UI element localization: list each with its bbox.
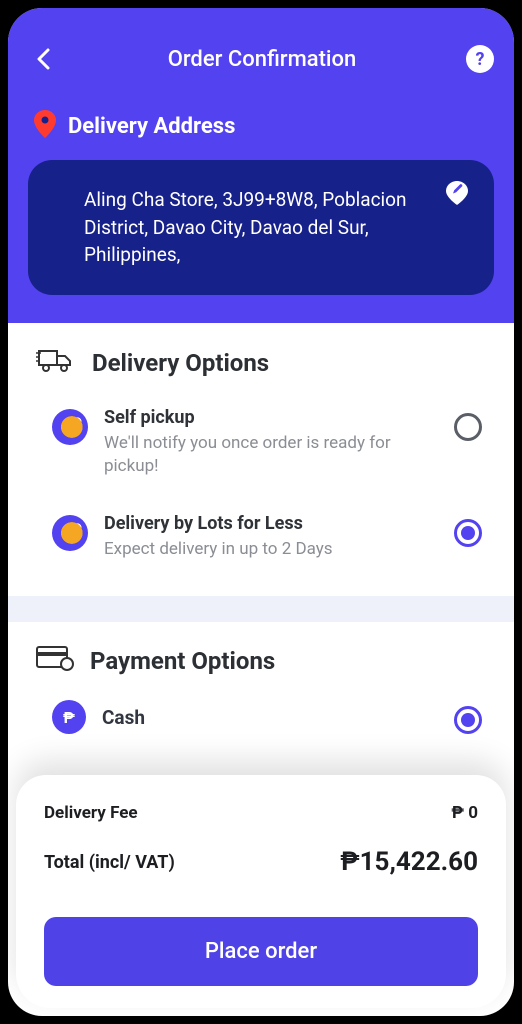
delivery-options-label: Delivery Options bbox=[92, 349, 269, 377]
page-title: Order Confirmation bbox=[58, 47, 466, 72]
delivery-option-title: Delivery by Lots for Less bbox=[104, 513, 432, 534]
delivery-address-section: Delivery Address Aling Cha Store, 3J99+8… bbox=[8, 88, 514, 323]
back-button[interactable] bbox=[28, 44, 58, 74]
card-icon bbox=[36, 646, 74, 676]
address-section-label: Delivery Address bbox=[68, 114, 235, 139]
payment-options-header: Payment Options bbox=[32, 646, 490, 676]
summary-card: Delivery Fee ₱ 0 Total (incl/ VAT) ₱15,4… bbox=[16, 775, 506, 1008]
delivery-option-title: Self pickup bbox=[104, 407, 432, 428]
delivery-option-self-pickup[interactable]: Self pickup We'll notify you once order … bbox=[32, 397, 490, 504]
peso-icon: ₱ bbox=[52, 700, 86, 734]
total-value: ₱15,422.60 bbox=[340, 847, 478, 877]
address-card[interactable]: Aling Cha Store, 3J99+8W8, Poblacion Dis… bbox=[28, 160, 494, 295]
address-text: Aling Cha Store, 3J99+8W8, Poblacion Dis… bbox=[84, 186, 446, 269]
section-divider bbox=[8, 596, 514, 622]
payment-option-title: Cash bbox=[102, 706, 438, 729]
truck-icon bbox=[36, 347, 76, 379]
payment-options-label: Payment Options bbox=[90, 647, 275, 675]
place-order-button[interactable]: Place order bbox=[44, 917, 478, 986]
app-header: Order Confirmation ? bbox=[8, 8, 514, 88]
location-pin-icon bbox=[34, 110, 56, 142]
radio-selected[interactable] bbox=[454, 519, 482, 547]
delivery-option-lots-for-less[interactable]: Delivery by Lots for Less Expect deliver… bbox=[32, 503, 490, 586]
radio-selected[interactable] bbox=[454, 706, 482, 734]
rider-avatar-icon bbox=[52, 409, 88, 445]
radio-unselected[interactable] bbox=[454, 413, 482, 441]
total-label: Total (incl/ VAT) bbox=[44, 852, 175, 873]
delivery-fee-label: Delivery Fee bbox=[44, 803, 138, 823]
edit-address-icon[interactable] bbox=[442, 178, 472, 208]
delivery-option-sub: Expect delivery in up to 2 Days bbox=[104, 538, 432, 562]
delivery-option-sub: We'll notify you once order is ready for… bbox=[104, 432, 432, 480]
delivery-options-header: Delivery Options bbox=[32, 347, 490, 379]
help-button[interactable]: ? bbox=[466, 45, 494, 73]
payment-option-cash[interactable]: ₱ Cash bbox=[32, 694, 490, 758]
rider-avatar-icon bbox=[52, 515, 88, 551]
delivery-fee-value: ₱ 0 bbox=[451, 803, 478, 823]
